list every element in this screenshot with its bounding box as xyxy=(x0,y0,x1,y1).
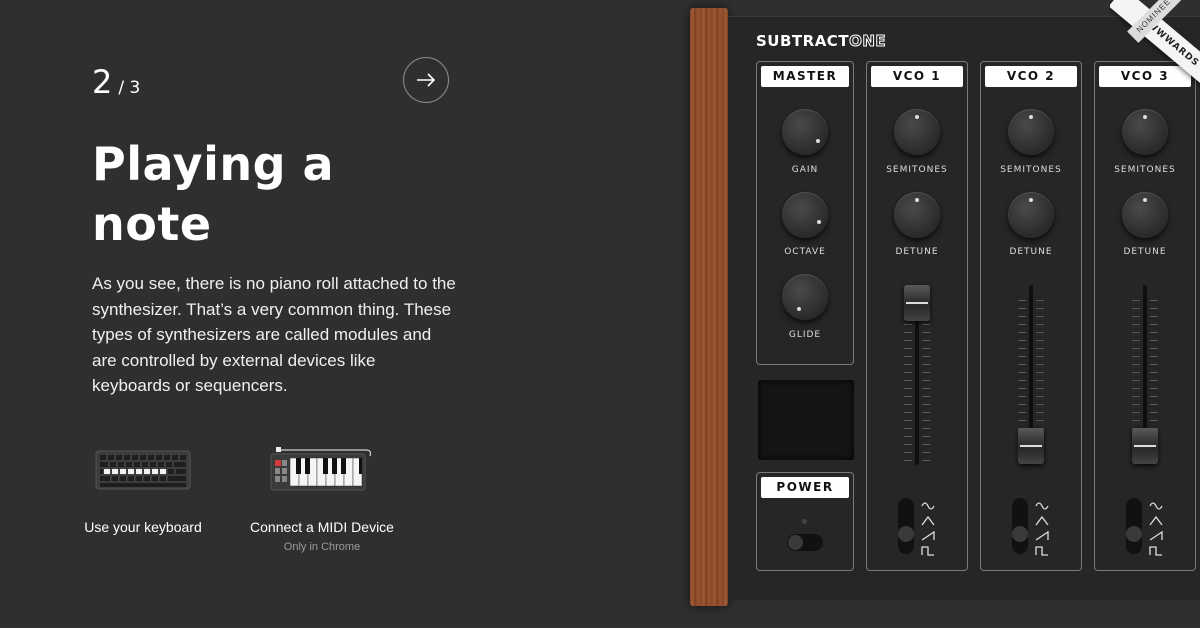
synth-brand: SUBTRACTONE xyxy=(756,32,887,51)
vco-2-sawtooth-wave-icon xyxy=(1035,530,1049,541)
vco-2-detune-label: DETUNE xyxy=(1009,247,1053,257)
glide-label: GLIDE xyxy=(788,330,822,340)
page-title: Playing a note xyxy=(92,137,335,251)
vco-1-semitones-label: SEMITONES xyxy=(886,165,948,175)
vco-3-square-wave-icon xyxy=(1149,546,1162,556)
step-current: 2 xyxy=(92,63,113,101)
brand-one: ONE xyxy=(849,32,887,51)
glide-knob[interactable] xyxy=(782,274,828,320)
connect-midi-option[interactable]: Connect a MIDI Device Only in Chrome xyxy=(250,440,394,553)
use-keyboard-label: Use your keyboard xyxy=(84,519,202,535)
vco-1-sine-wave-icon xyxy=(921,502,935,510)
step-total: / 3 xyxy=(118,78,141,98)
vco-3-waveform-switch[interactable] xyxy=(1126,498,1142,554)
vco-2-triangle-wave-icon xyxy=(1035,515,1049,526)
vco-3-detune-label: DETUNE xyxy=(1123,247,1167,257)
vco-3-semitones-label: SEMITONES xyxy=(1114,165,1176,175)
vco-2-semitones-label: SEMITONES xyxy=(1000,165,1062,175)
vco-3-detune-knob[interactable] xyxy=(1122,192,1168,238)
arrow-right-icon xyxy=(417,73,436,87)
gain-label: GAIN xyxy=(791,165,819,175)
vco-1-semitones-knob[interactable] xyxy=(894,109,940,155)
next-step-button[interactable] xyxy=(403,57,449,103)
power-title: POWER xyxy=(761,477,849,498)
master-title: MASTER xyxy=(761,66,849,87)
gain-knob[interactable] xyxy=(782,109,828,155)
power-led xyxy=(802,519,807,524)
vco-2-detune-knob[interactable] xyxy=(1008,192,1054,238)
vco-2-semitones-knob[interactable] xyxy=(1008,109,1054,155)
vco-3-semitones-knob[interactable] xyxy=(1122,109,1168,155)
vco-1-title: VCO 1 xyxy=(871,66,963,87)
vco-1-detune-label: DETUNE xyxy=(895,247,939,257)
brand-subtract: SUBTRACT xyxy=(756,32,850,50)
vco-2-sine-wave-icon xyxy=(1035,502,1049,510)
award-ribbon[interactable]: AWWWARDS NOMINEE xyxy=(1110,0,1200,100)
vco-3-sawtooth-wave-icon xyxy=(1149,530,1163,541)
vco-1-detune-knob[interactable] xyxy=(894,192,940,238)
vco-3-triangle-wave-icon xyxy=(1149,515,1163,526)
connect-midi-label: Connect a MIDI Device xyxy=(250,519,394,535)
vco-2-square-wave-icon xyxy=(1035,546,1048,556)
octave-label: OCTAVE xyxy=(784,247,826,257)
wood-side-panel xyxy=(690,8,728,606)
chrome-only-note: Only in Chrome xyxy=(283,541,361,553)
vco-1-waveform-switch[interactable] xyxy=(898,498,914,554)
step-counter: 2/ 3 xyxy=(92,63,140,101)
vco-3-sine-wave-icon xyxy=(1149,502,1163,510)
vco-1-square-wave-icon xyxy=(921,546,934,556)
description: As you see, there is no piano roll attac… xyxy=(92,274,456,395)
vco-2-title: VCO 2 xyxy=(985,66,1077,87)
vco-3-volume-fader[interactable] xyxy=(1132,427,1158,464)
midi-keyboard-icon xyxy=(270,447,372,491)
vco-1-sawtooth-wave-icon xyxy=(921,530,935,541)
octave-knob[interactable] xyxy=(782,192,828,238)
use-keyboard-option[interactable]: Use your keyboard xyxy=(78,440,208,537)
vco-1-triangle-wave-icon xyxy=(921,515,935,526)
power-toggle[interactable] xyxy=(787,534,823,551)
vco-2-waveform-switch[interactable] xyxy=(1012,498,1028,554)
keyboard-icon xyxy=(95,450,191,490)
vco-1-volume-fader[interactable] xyxy=(904,285,930,321)
vco-2-volume-fader[interactable] xyxy=(1018,427,1044,464)
xy-pad[interactable] xyxy=(758,380,854,460)
